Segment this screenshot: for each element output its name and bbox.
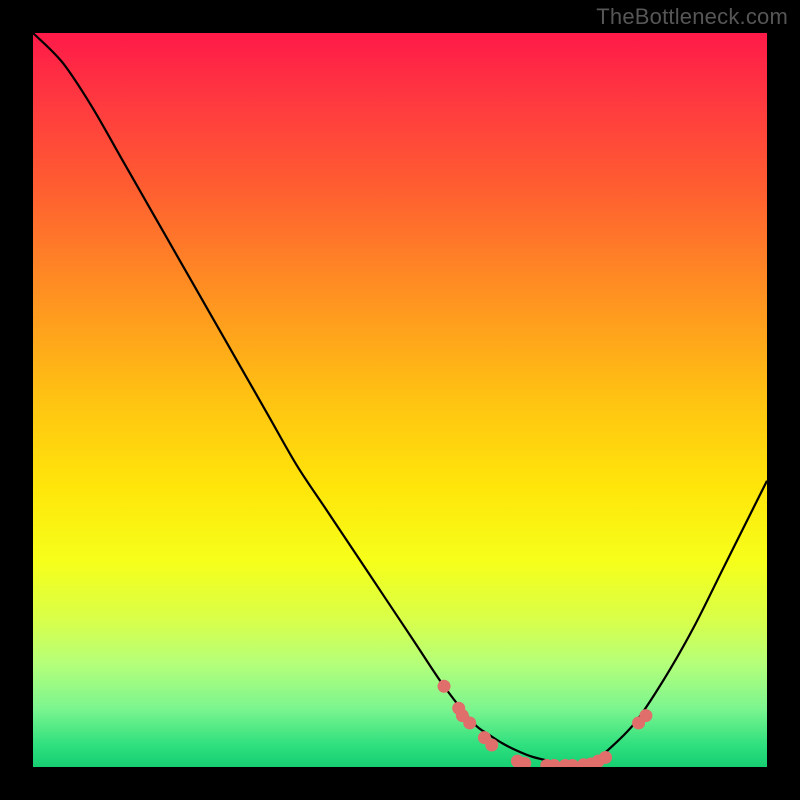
- curve-marker: [639, 709, 652, 722]
- curve-marker: [599, 751, 612, 764]
- curve-marker: [485, 738, 498, 751]
- curve-marker: [438, 680, 451, 693]
- chart-container: TheBottleneck.com: [0, 0, 800, 800]
- chart-background: [33, 33, 767, 767]
- chart-plot: [33, 33, 767, 767]
- watermark-text: TheBottleneck.com: [596, 4, 788, 30]
- curve-marker: [463, 716, 476, 729]
